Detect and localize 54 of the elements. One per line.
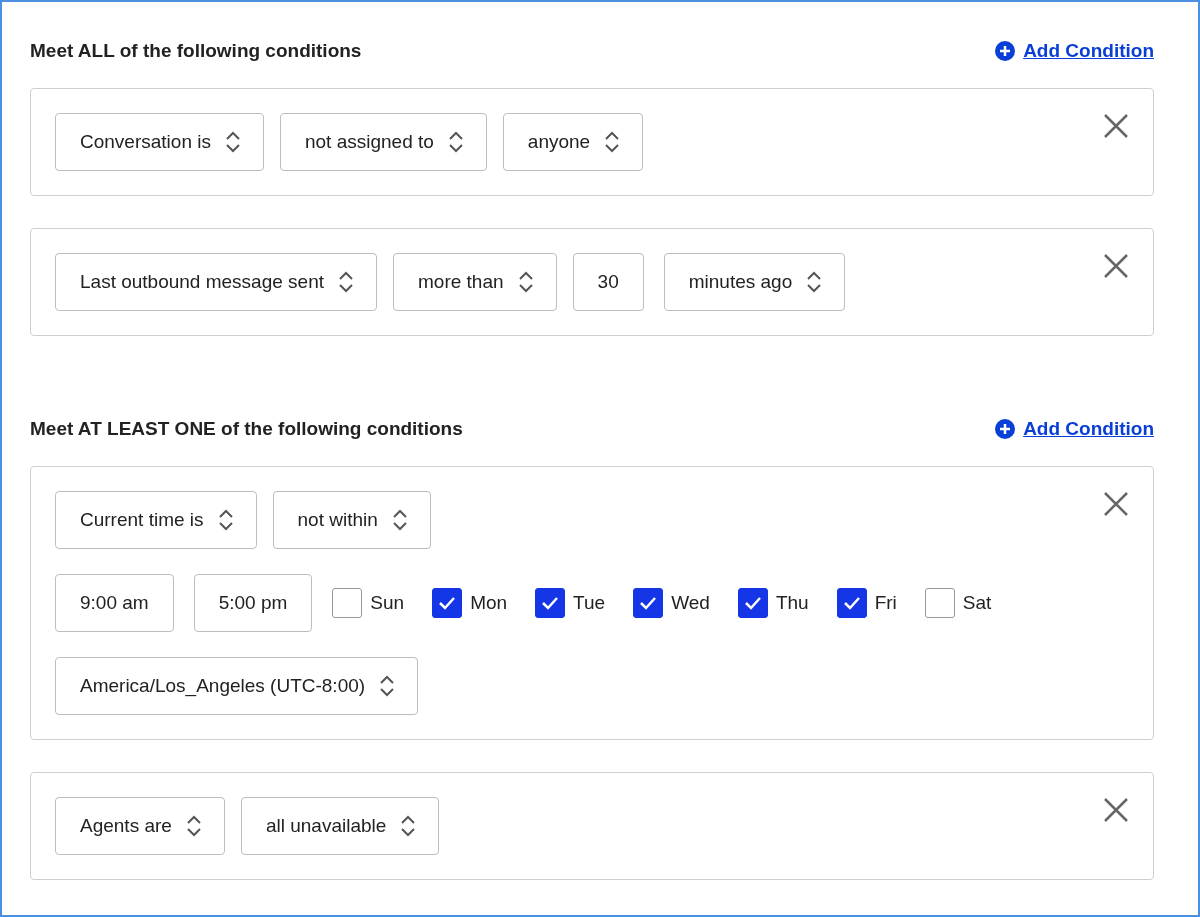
checkbox[interactable] xyxy=(535,588,566,618)
select-dropdown[interactable]: Conversation is xyxy=(55,113,264,171)
close-icon[interactable] xyxy=(1103,113,1129,139)
checkbox[interactable] xyxy=(924,588,955,618)
checkbox[interactable] xyxy=(836,588,867,618)
chevron-icon xyxy=(400,814,417,838)
day-label: Mon xyxy=(470,592,508,614)
input-field[interactable]: 9:00 am xyxy=(55,574,174,632)
chevron-icon xyxy=(391,508,408,532)
checkbox[interactable] xyxy=(633,588,664,618)
select-dropdown[interactable]: Agents are xyxy=(55,797,225,855)
day-label: Sat xyxy=(962,592,992,614)
checkmark-icon xyxy=(438,596,457,610)
close-icon[interactable] xyxy=(1103,797,1129,823)
select-dropdown[interactable]: all unavailable xyxy=(240,797,440,855)
day-label: Fri xyxy=(874,592,897,614)
plus-circle-icon xyxy=(995,419,1016,439)
checkbox[interactable] xyxy=(432,588,463,618)
chevron-icon xyxy=(604,130,621,154)
close-icon[interactable] xyxy=(1103,491,1129,517)
chevron-icon xyxy=(806,270,823,294)
select-dropdown[interactable]: America/Los_Angeles (UTC-8:00) xyxy=(55,657,419,715)
checkmark-icon xyxy=(541,596,560,610)
select-dropdown[interactable]: minutes ago xyxy=(663,253,846,311)
checkmark-icon xyxy=(842,596,861,610)
close-icon[interactable] xyxy=(1103,253,1129,279)
chevron-icon xyxy=(217,508,234,532)
select-dropdown[interactable]: not assigned to xyxy=(279,113,487,171)
select-dropdown[interactable]: Current time is xyxy=(55,491,257,549)
checkmark-icon xyxy=(743,596,762,610)
chevron-icon xyxy=(224,130,241,154)
day-label: Thu xyxy=(775,592,809,614)
day-label: Wed xyxy=(671,592,710,614)
chevron-icon xyxy=(338,270,354,294)
select-dropdown[interactable]: more than xyxy=(393,253,557,311)
add-condition-link[interactable]: Add Condition xyxy=(995,418,1154,440)
chevron-icon xyxy=(185,814,202,838)
section-heading: Meet ALL of the following conditions xyxy=(30,40,362,62)
day-label: Sun xyxy=(370,592,405,614)
input-field[interactable]: 30 xyxy=(572,253,644,311)
checkmark-icon xyxy=(639,596,658,610)
day-label: Tue xyxy=(573,592,606,614)
chevron-icon xyxy=(447,130,464,154)
section-heading: Meet AT LEAST ONE of the following conditions xyxy=(30,418,463,440)
checkbox[interactable] xyxy=(332,588,363,618)
input-field[interactable]: 5:00 pm xyxy=(193,574,313,632)
checkbox[interactable] xyxy=(737,588,768,618)
select-dropdown[interactable]: not within xyxy=(272,491,431,549)
chevron-icon xyxy=(379,674,396,698)
plus-circle-icon xyxy=(995,41,1016,61)
select-dropdown[interactable]: Last outbound message sent xyxy=(55,253,377,311)
chevron-icon xyxy=(517,270,534,294)
select-dropdown[interactable]: anyone xyxy=(502,113,644,171)
add-condition-link[interactable]: Add Condition xyxy=(995,40,1154,62)
